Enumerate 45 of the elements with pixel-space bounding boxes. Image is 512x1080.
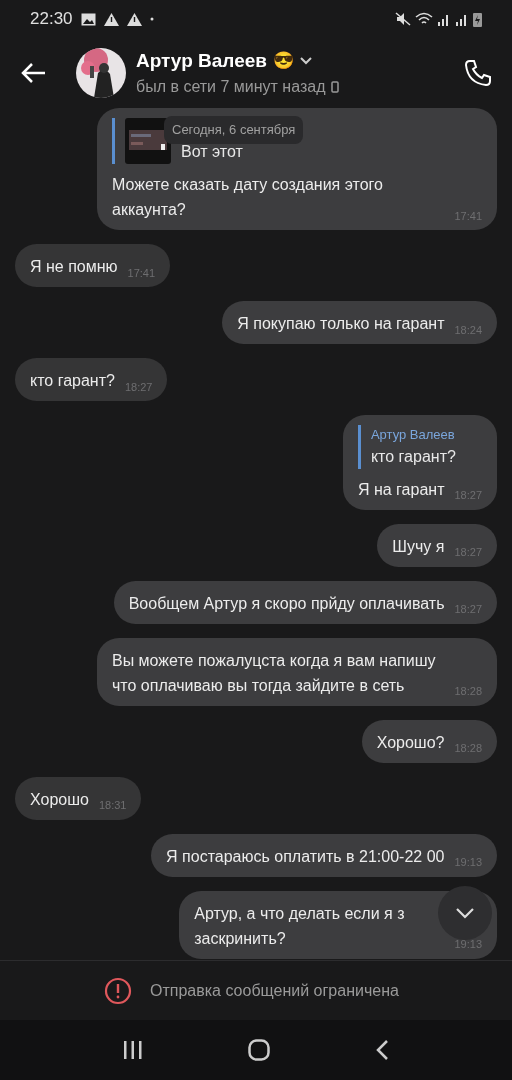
back-nav-icon[interactable] xyxy=(375,1039,390,1061)
battery-icon xyxy=(473,11,482,27)
message-text: Хорошо? xyxy=(376,732,445,753)
message-text: Я постараюсь оплатить в 21:00-22 00 xyxy=(166,846,445,867)
message-time: 18:31 xyxy=(98,798,127,813)
message-text: Шучу я xyxy=(392,536,445,557)
message-text: Я не помню xyxy=(30,257,118,277)
warning-icon xyxy=(103,12,119,26)
chevron-down-icon[interactable] xyxy=(300,57,312,65)
message-text: Артур, а что делать если я з заскринить? xyxy=(194,903,405,949)
message-time: 18:27 xyxy=(124,379,153,395)
image-icon xyxy=(80,12,96,26)
message-text: кто гарант? xyxy=(30,371,115,391)
reply-text: Вот этот xyxy=(181,142,243,162)
message-bubble[interactable]: кто гарант? 18:27 xyxy=(15,358,168,401)
message-text: Хорошо xyxy=(30,789,89,810)
message-text: Я на гарант xyxy=(357,479,445,500)
mute-icon xyxy=(395,12,411,26)
reply-text: кто гарант? xyxy=(370,446,456,467)
dot-icon xyxy=(149,17,154,21)
message-text: Я покупаю только на гарант xyxy=(237,314,445,334)
home-icon[interactable] xyxy=(248,1039,270,1061)
recent-apps-icon[interactable] xyxy=(122,1041,143,1059)
contact-name[interactable]: Артур Валеев xyxy=(136,46,267,76)
message-text: Вы можете пожалуцста когда я вам напишу что оплачиваю вы тогда зайдите в сеть xyxy=(112,650,437,696)
message-text: Вообщем Артур я скоро прйду оплачивать xyxy=(128,593,445,614)
back-icon[interactable] xyxy=(20,62,46,84)
reply-author: Артур Валеев xyxy=(370,426,456,444)
alert-icon xyxy=(104,976,132,1005)
signal-icon xyxy=(455,12,469,26)
signal-icon xyxy=(437,12,451,26)
restriction-notice: Отправка сообщений ограничена xyxy=(150,980,399,1001)
emoji: 😎 xyxy=(273,50,294,73)
message-bubble[interactable]: Я не помню 17:41 xyxy=(15,244,171,287)
wifi-icon xyxy=(415,12,433,26)
date-pill: Сегодня, 6 сентября xyxy=(164,116,304,144)
phone-device-icon xyxy=(331,81,340,94)
status-time: 22:30 xyxy=(30,8,73,31)
chevron-down-icon xyxy=(455,907,475,919)
warning-icon xyxy=(126,12,142,26)
message-time: 17:41 xyxy=(127,265,156,281)
last-seen-status: был в сети 7 минут назад xyxy=(136,77,326,98)
phone-call-icon[interactable] xyxy=(464,59,492,87)
message-text: Можете сказать дату создания этого аккаунта? xyxy=(112,175,384,220)
message-bubble[interactable]: Хорошо 18:31 xyxy=(15,776,142,820)
